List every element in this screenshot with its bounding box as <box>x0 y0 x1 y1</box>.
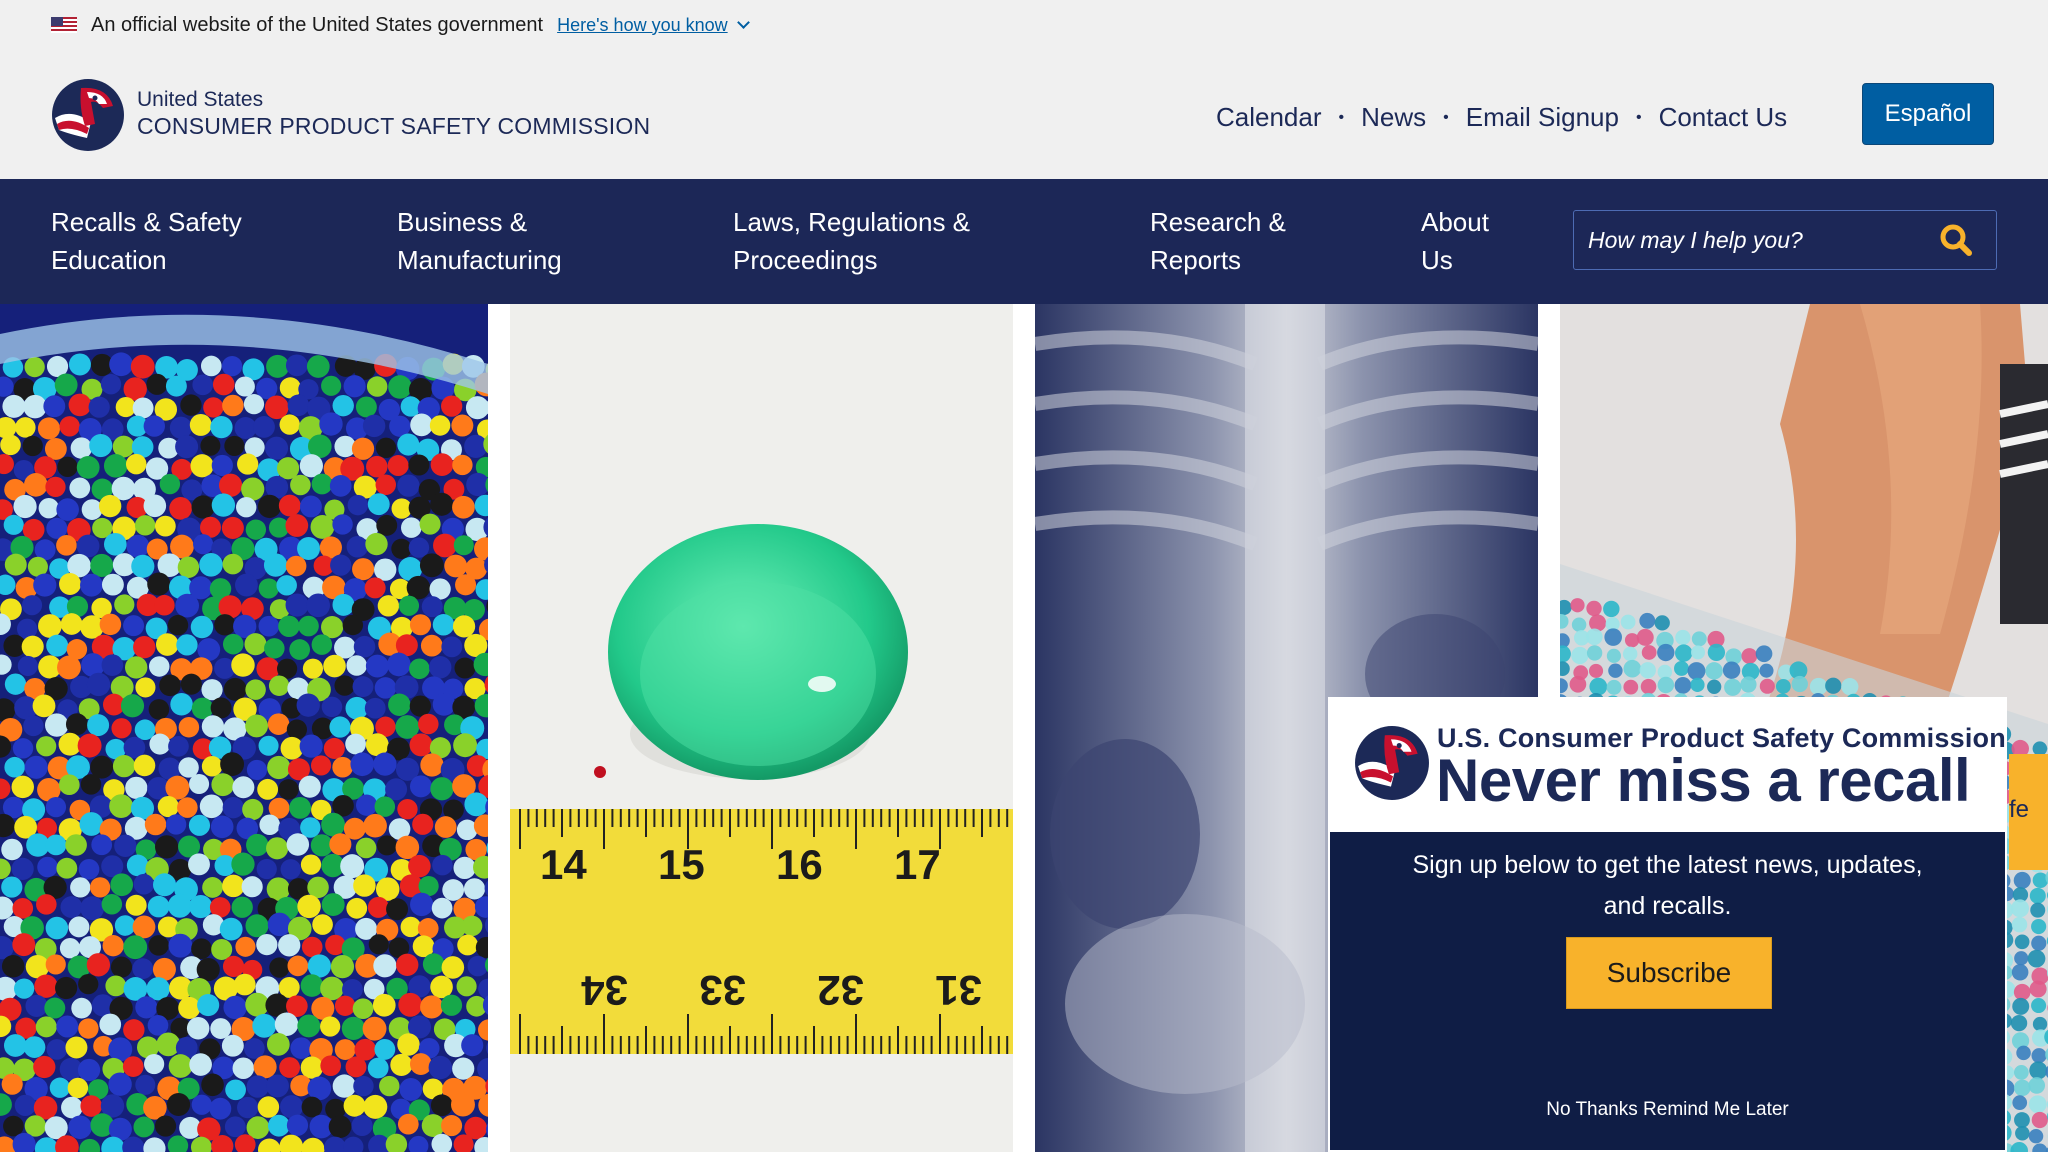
utility-nav: Calendar • News • Email Signup • Contact… <box>1216 102 1787 133</box>
official-website-text: An official website of the United States… <box>91 13 544 36</box>
nav-label-line2: Us <box>1421 245 1453 275</box>
nav-label-line1: Business & <box>397 207 528 237</box>
popup-description: Sign up below to get the latest news, up… <box>1330 845 2005 927</box>
popup-description-line2: and recalls. <box>1603 892 1732 920</box>
ruler-label: 34 <box>581 967 628 1014</box>
cpsc-logo[interactable] <box>51 78 125 152</box>
site-header: United States CONSUMER PRODUCT SAFETY CO… <box>0 50 2048 179</box>
ruler-label: 31 <box>935 967 982 1014</box>
ruler-label: 32 <box>817 967 864 1014</box>
popup-description-line1: Sign up below to get the latest news, up… <box>1412 851 1923 879</box>
nav-separator: • <box>1338 108 1345 126</box>
nav-label-line1: Research & <box>1150 207 1286 237</box>
water-beads-jar-photo <box>0 304 488 1152</box>
recall-signup-popup: U.S. Consumer Product Safety Commission … <box>1328 697 2007 1152</box>
calendar-link[interactable]: Calendar <box>1216 102 1322 133</box>
search-icon <box>1940 224 1972 256</box>
ruler-label: 16 <box>776 841 823 888</box>
nav-recalls-safety-education[interactable]: Recalls & Safety Education <box>51 203 242 279</box>
agency-name-line2: CONSUMER PRODUCT SAFETY COMMISSION <box>137 113 651 139</box>
no-thanks-link[interactable]: No Thanks Remind Me Later <box>1330 1099 2005 1121</box>
nav-business-manufacturing[interactable]: Business & Manufacturing <box>397 203 562 279</box>
nav-separator: • <box>1443 108 1449 126</box>
nav-separator: • <box>1635 108 1642 126</box>
nav-label-line2: Education <box>51 245 167 275</box>
us-flag-icon <box>51 17 77 33</box>
nav-label-line2: Proceedings <box>733 245 878 275</box>
side-tab-label: fe <box>2009 796 2030 823</box>
nav-label-line2: Manufacturing <box>397 245 562 275</box>
espanol-button[interactable]: Español <box>1862 83 1994 145</box>
search-button[interactable] <box>1934 219 1978 261</box>
nav-laws-regulations-proceedings[interactable]: Laws, Regulations & Proceedings <box>733 203 970 279</box>
nav-about-us[interactable]: About Us <box>1421 203 1489 279</box>
nav-research-reports[interactable]: Research & Reports <box>1150 203 1286 279</box>
nav-label-line1: Laws, Regulations & <box>733 207 971 237</box>
cpsc-logo <box>1355 726 1429 800</box>
popup-header: U.S. Consumer Product Safety Commission … <box>1330 699 2006 832</box>
search-input[interactable] <box>1588 223 1928 257</box>
agency-name[interactable]: United States CONSUMER PRODUCT SAFETY CO… <box>137 88 650 140</box>
nav-label-line1: Recalls & Safety <box>51 207 242 237</box>
subscribe-button[interactable]: Subscribe <box>1566 937 1772 1009</box>
ruler-label: 33 <box>699 967 746 1014</box>
ruler-label: 15 <box>658 841 705 888</box>
expanded-water-bead-ruler-photo: 14 15 16 17 31 32 33 34 <box>510 304 1013 1152</box>
nav-label-line2: Reports <box>1150 245 1242 275</box>
chevron-down-icon[interactable] <box>736 15 750 29</box>
gov-banner: An official website of the United States… <box>0 0 2048 50</box>
ruler-label: 17 <box>894 841 941 888</box>
heres-how-you-know-link[interactable]: Here's how you know <box>557 15 728 36</box>
news-link[interactable]: News <box>1361 102 1426 133</box>
popup-title: Never miss a recall <box>1436 747 1971 814</box>
ruler-label: 14 <box>540 841 587 888</box>
contact-us-link[interactable]: Contact Us <box>1659 102 1788 133</box>
email-signup-link[interactable]: Email Signup <box>1466 102 1619 133</box>
main-nav: Recalls & Safety Education Business & Ma… <box>0 179 2048 304</box>
agency-name-line1: United States <box>137 88 264 111</box>
search-box <box>1573 210 1997 270</box>
feedback-side-tab[interactable]: fe <box>2009 754 2048 870</box>
nav-label-line1: About <box>1421 207 1489 237</box>
